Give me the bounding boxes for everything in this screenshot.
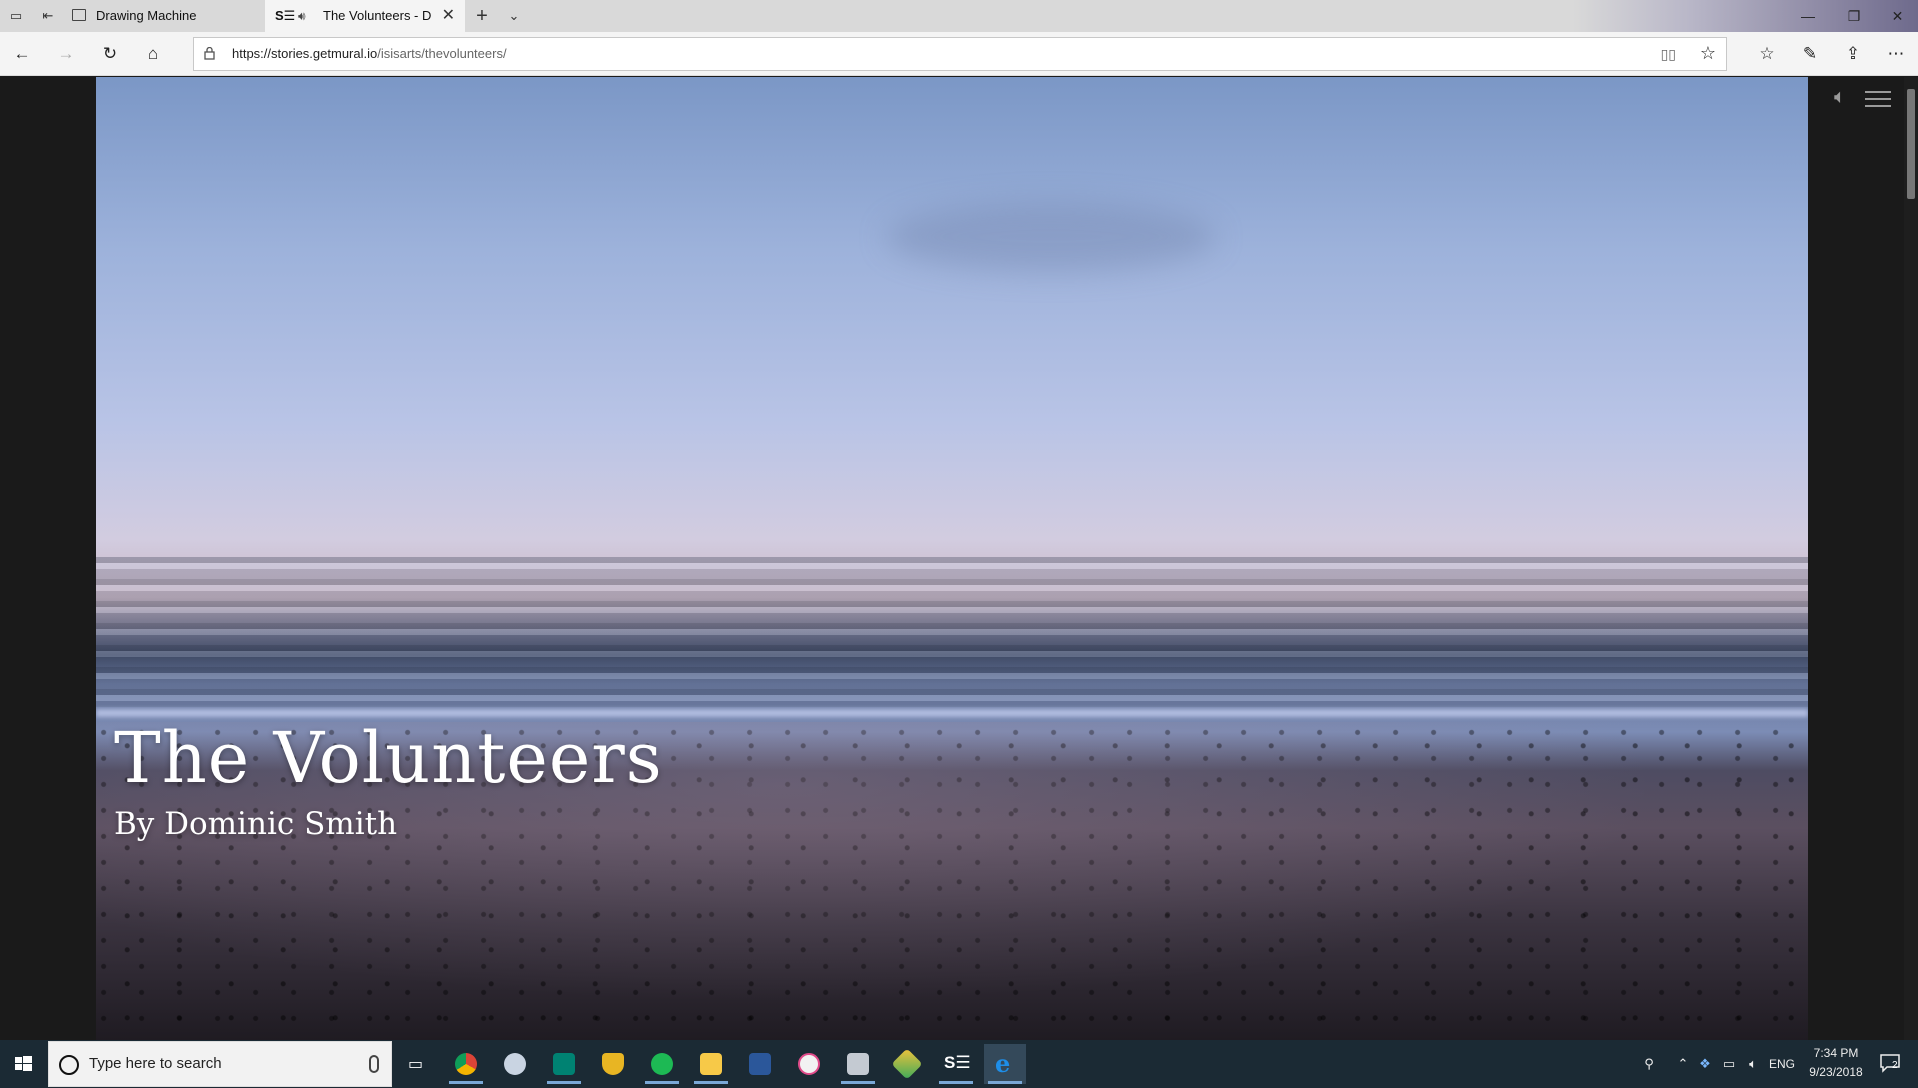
address-bar[interactable]: https://stories.getmural.io/isisarts/the…	[193, 37, 1727, 71]
lock-icon	[204, 47, 215, 60]
search-placeholder: Type here to search	[89, 1055, 222, 1072]
taskbar-app-sway[interactable]	[543, 1044, 585, 1084]
shoreline	[96, 709, 1808, 717]
new-tab-icon[interactable]: +	[474, 6, 490, 26]
taskbar-app-word[interactable]	[739, 1044, 781, 1084]
chrome-icon	[455, 1053, 477, 1075]
taskbar-app-edge[interactable]: e	[984, 1044, 1026, 1084]
back-arrow-icon[interactable]: ←	[10, 42, 34, 66]
scrollbar[interactable]	[1904, 77, 1918, 1040]
forward-arrow-icon[interactable]: →	[54, 42, 78, 66]
home-icon[interactable]: ⌂	[141, 42, 165, 66]
speaker-icon[interactable]: 🔈︎	[1828, 85, 1852, 109]
tab-label: Drawing Machine	[96, 8, 197, 23]
word-icon	[749, 1053, 771, 1075]
spotify-icon	[651, 1053, 673, 1075]
restore-button[interactable]: ❐	[1831, 0, 1877, 32]
taskbar-app-security[interactable]	[592, 1044, 634, 1084]
tab-label: The Volunteers - D	[323, 8, 432, 23]
system-clock[interactable]: 7:34 PM 9/23/2018	[1796, 1044, 1876, 1082]
hero-video-background: The Volunteers By Dominic Smith	[96, 77, 1808, 1040]
minimize-button[interactable]: —	[1785, 0, 1831, 32]
scrollbar-thumb[interactable]	[1907, 89, 1915, 199]
notification-icon	[1880, 1054, 1900, 1073]
running-indicator	[645, 1081, 679, 1084]
taskbar-app-game[interactable]	[494, 1044, 536, 1084]
running-indicator	[939, 1081, 973, 1084]
show-hidden-icons-icon[interactable]: ⌃	[1672, 1040, 1694, 1088]
tab-drawing-machine[interactable]: Drawing Machine	[62, 0, 265, 32]
sway-icon	[553, 1053, 575, 1075]
sway-icon: S☰	[944, 1053, 971, 1072]
page-icon	[72, 9, 86, 21]
taskbar-app-photos[interactable]	[837, 1044, 879, 1084]
file-explorer-icon	[700, 1053, 722, 1075]
microphone-icon[interactable]	[369, 1055, 379, 1073]
tab-manager-icon[interactable]: ▭	[8, 8, 24, 24]
language-indicator[interactable]: ENG	[1766, 1040, 1798, 1088]
shield-icon	[602, 1053, 624, 1075]
taskbar-app-sway-2[interactable]: S☰	[935, 1044, 977, 1084]
cortana-icon	[59, 1055, 79, 1075]
story-title: The Volunteers	[114, 717, 663, 799]
browser-nav-bar: ← → ↻ ⌂ https://stories.getmural.io/isis…	[0, 32, 1918, 76]
people-icon[interactable]: ⚲	[1636, 1040, 1662, 1088]
browser-tab-bar: ▭ ⇤ Drawing Machine S☰ 🔊︎ The Volunteers…	[0, 0, 1918, 32]
edge-icon: e	[995, 1049, 1011, 1078]
close-tab-icon[interactable]: ✕	[442, 0, 455, 32]
url-text[interactable]: https://stories.getmural.io/isisarts/the…	[232, 38, 507, 70]
taskbar-search-box[interactable]: Type here to search	[48, 1041, 392, 1087]
web-content: The Volunteers By Dominic Smith 🔈︎	[0, 77, 1918, 1040]
taskbar-app-git[interactable]	[886, 1044, 928, 1084]
ocean-waves	[96, 557, 1808, 707]
running-indicator	[449, 1081, 483, 1084]
notification-count: 2	[1892, 1060, 1898, 1071]
chevron-down-icon[interactable]: ⌄	[506, 8, 522, 24]
task-view-button[interactable]: ▭	[396, 1044, 438, 1084]
set-aside-tabs-icon[interactable]: ⇤	[40, 8, 56, 24]
tab-the-volunteers[interactable]: S☰ 🔊︎ The Volunteers - D ✕	[265, 0, 465, 32]
task-view-icon: ▭	[408, 1056, 424, 1073]
windows-taskbar: Type here to search ▭ S☰ e ⚲ ⌃ ❖ ▭ 🔈︎ EN…	[0, 1040, 1918, 1088]
itunes-icon	[798, 1053, 820, 1075]
taskbar-app-chrome[interactable]	[445, 1044, 487, 1084]
git-icon	[891, 1048, 923, 1080]
pen-icon[interactable]: ✎	[1798, 42, 1822, 66]
taskbar-app-file-explorer[interactable]	[690, 1044, 732, 1084]
hamburger-menu-icon[interactable]	[1865, 91, 1891, 109]
favorite-star-icon[interactable]: ☆	[1700, 43, 1716, 64]
more-options-icon[interactable]: ⋯	[1884, 42, 1908, 66]
running-indicator	[988, 1081, 1022, 1084]
action-center-button[interactable]: 2	[1878, 1051, 1902, 1075]
running-indicator	[694, 1081, 728, 1084]
volume-icon[interactable]: 🔈︎	[1742, 1040, 1764, 1088]
sway-favicon-icon: S☰	[275, 8, 296, 23]
share-icon[interactable]: ⇪	[1841, 42, 1865, 66]
dropbox-icon[interactable]: ❖	[1694, 1040, 1716, 1088]
reading-view-icon[interactable]: ▯▯	[1661, 46, 1676, 63]
clock-time: 7:34 PM	[1813, 1046, 1859, 1060]
story-byline: By Dominic Smith	[114, 806, 398, 842]
url-path: /isisarts/thevolunteers/	[377, 46, 507, 61]
url-host: https://stories.getmural.io	[232, 46, 378, 61]
running-indicator	[841, 1081, 875, 1084]
running-indicator	[547, 1081, 581, 1084]
audio-playing-icon[interactable]: 🔊︎	[298, 0, 306, 32]
close-window-button[interactable]: ✕	[1877, 0, 1918, 32]
windows-start-icon[interactable]	[0, 1040, 46, 1088]
game-controller-icon	[504, 1053, 526, 1075]
clock-date: 9/23/2018	[1809, 1065, 1863, 1079]
photos-icon	[847, 1053, 869, 1075]
taskbar-app-itunes[interactable]	[788, 1044, 830, 1084]
favorites-hub-icon[interactable]: ☆	[1755, 42, 1779, 66]
taskbar-app-spotify[interactable]	[641, 1044, 683, 1084]
refresh-icon[interactable]: ↻	[98, 42, 122, 66]
battery-icon[interactable]: ▭	[1718, 1040, 1740, 1088]
cloud	[886, 202, 1216, 272]
